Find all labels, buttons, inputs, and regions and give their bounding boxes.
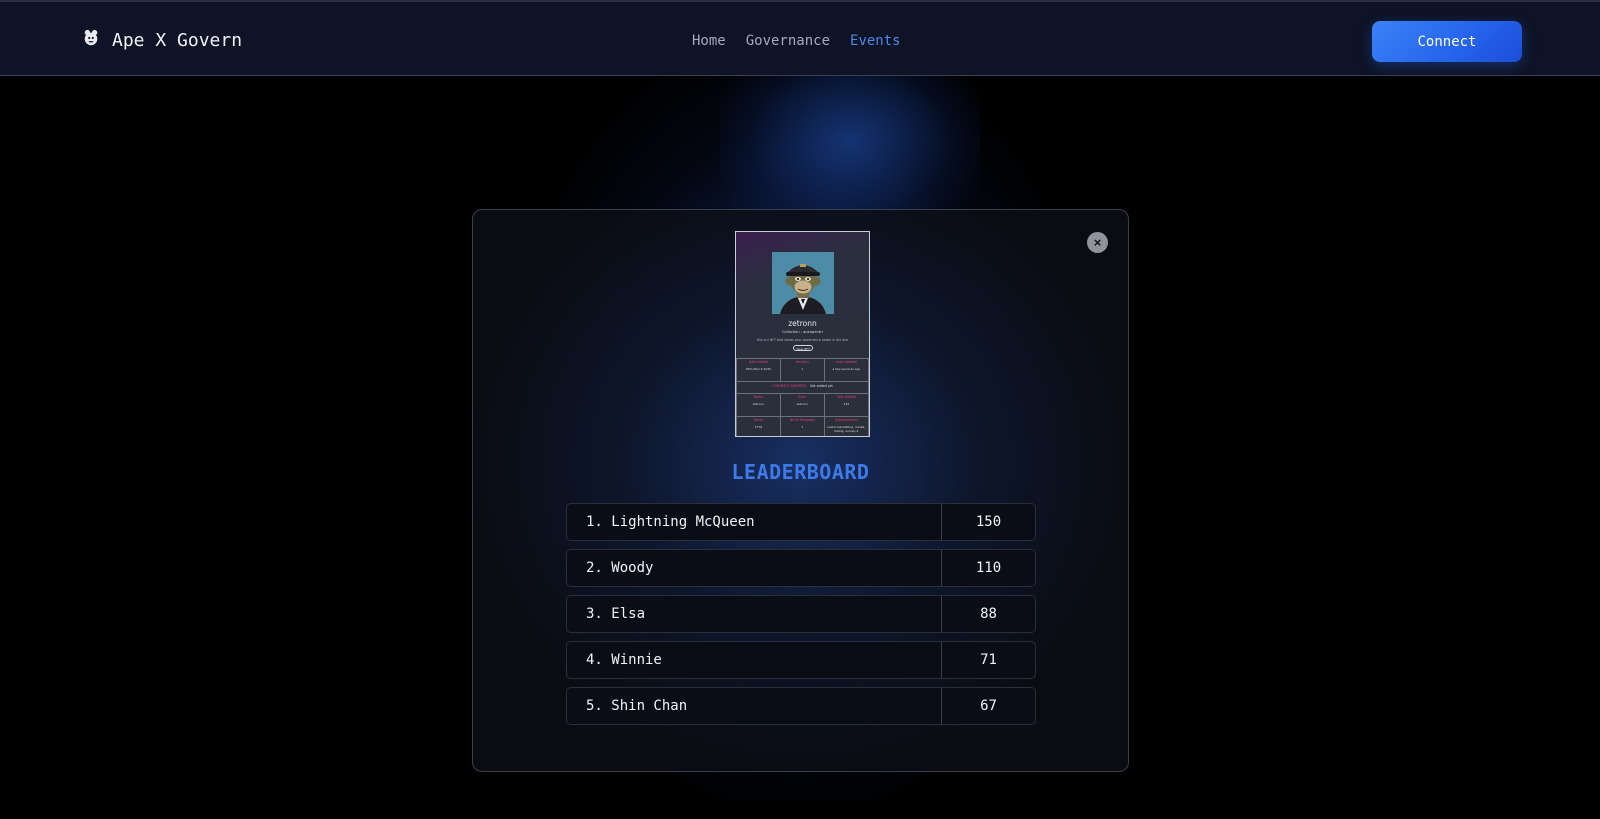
leaderboard-name: 5. Shin Chan: [567, 688, 942, 724]
nft-value: Not added yet: [810, 384, 833, 388]
nft-label: Versions: [795, 360, 809, 364]
nft-cell-last-updated: Last Updated a few seconds ago: [823, 358, 869, 382]
leaderboard-name: 1. Lightning McQueen: [567, 504, 942, 540]
nav-link-events[interactable]: Events: [850, 33, 901, 49]
nft-label: Rank: [798, 395, 807, 399]
leaderboard-name: 4. Winnie: [567, 642, 942, 678]
nft-value: 25th March 2025: [745, 367, 772, 371]
leaderboard-row[interactable]: 4. Winnie 71: [566, 641, 1036, 679]
nft-cell-versions: Versions 1: [779, 358, 825, 382]
nft-name: zetronn: [788, 319, 817, 328]
nft-value: 125: [843, 402, 850, 406]
leaderboard-score: 88: [980, 606, 997, 622]
nft-cell-contract-address: CONTRACT ADDRESS Not added yet: [736, 381, 869, 394]
view-nft-button[interactable]: View NFT: [793, 345, 813, 351]
leaderboard-score: 110: [975, 560, 1002, 576]
nft-avatar-image: [772, 252, 834, 314]
nft-value: zetronn: [752, 402, 765, 406]
brand-name: Ape X Govern: [112, 29, 243, 51]
connect-button[interactable]: Connect: [1372, 21, 1522, 62]
leaderboard-score: 67: [980, 698, 997, 714]
leaderboard-title: LEADERBOARD: [731, 460, 870, 484]
nft-label: No Of Proposals: [789, 418, 815, 422]
nft-cell-date-added: Date Added 25th March 2025: [736, 358, 781, 382]
nft-label: Name: [753, 395, 764, 399]
nft-cell-proposals: No Of Proposals 7: [779, 416, 825, 436]
leaderboard-list: 1. Lightning McQueen 150 2. Woody 110 3.…: [566, 503, 1036, 733]
nft-value: 1778: [754, 425, 763, 429]
leaderboard-score: 150: [975, 514, 1002, 530]
nft-value: web3-marketting, media-listing, survey-2: [827, 425, 866, 433]
nft-cell-achievements: Achievements web3-marketting, media-list…: [823, 416, 869, 436]
nft-label: Points: [753, 418, 764, 422]
nav-link-home[interactable]: Home: [692, 33, 726, 49]
nft-cell-name: Name zetronn: [736, 393, 781, 417]
nft-cell-rank: Rank zetronn: [779, 393, 825, 417]
nft-value: 7: [801, 425, 804, 429]
nft-collection: Collection : apeagentrr: [781, 330, 824, 334]
leaderboard-name: 3. Elsa: [567, 596, 942, 632]
nav-links: Home Governance Events: [692, 33, 901, 49]
leaderboard-name: 2. Woody: [567, 550, 942, 586]
nft-value: a few seconds ago: [832, 367, 861, 371]
leaderboard-row[interactable]: 2. Woody 110: [566, 549, 1036, 587]
brand[interactable]: Ape X Govern: [82, 29, 242, 51]
navbar: Ape X Govern Home Governance Events Conn…: [0, 0, 1600, 76]
nft-value: 1: [801, 367, 804, 371]
ape-logo-icon: [82, 29, 100, 51]
close-button[interactable]: ×: [1087, 232, 1108, 253]
nft-label: Last Updated: [835, 360, 857, 364]
leaderboard-row[interactable]: 5. Shin Chan 67: [566, 687, 1036, 725]
nft-label: Achievements: [835, 418, 858, 422]
nav-link-governance[interactable]: Governance: [746, 33, 830, 49]
nft-cell-points: Points 1778: [736, 416, 781, 436]
nft-label: Date Added: [749, 360, 768, 364]
nft-card[interactable]: zetronn Collection : apeagentrr this is …: [735, 231, 870, 437]
nft-label: Vote Weight: [836, 395, 856, 399]
nft-value: zetronn: [796, 402, 808, 406]
leaderboard-row[interactable]: 1. Lightning McQueen 150: [566, 503, 1036, 541]
nft-details-grid: Date Added 25th March 2025 Versions 1 La…: [736, 358, 869, 436]
leaderboard-modal: × zetronn Collection: apeagentrr this i…: [472, 209, 1129, 772]
nft-cell-vote-weight: Vote Weight 125: [823, 393, 869, 417]
nft-description: this is a NFT that shows your governance…: [756, 338, 849, 342]
leaderboard-row[interactable]: 3. Elsa 88: [566, 595, 1036, 633]
nft-label: CONTRACT ADDRESS: [772, 384, 807, 388]
page: Ape X Govern Home Governance Events Conn…: [0, 0, 1600, 819]
leaderboard-score: 71: [980, 652, 997, 668]
